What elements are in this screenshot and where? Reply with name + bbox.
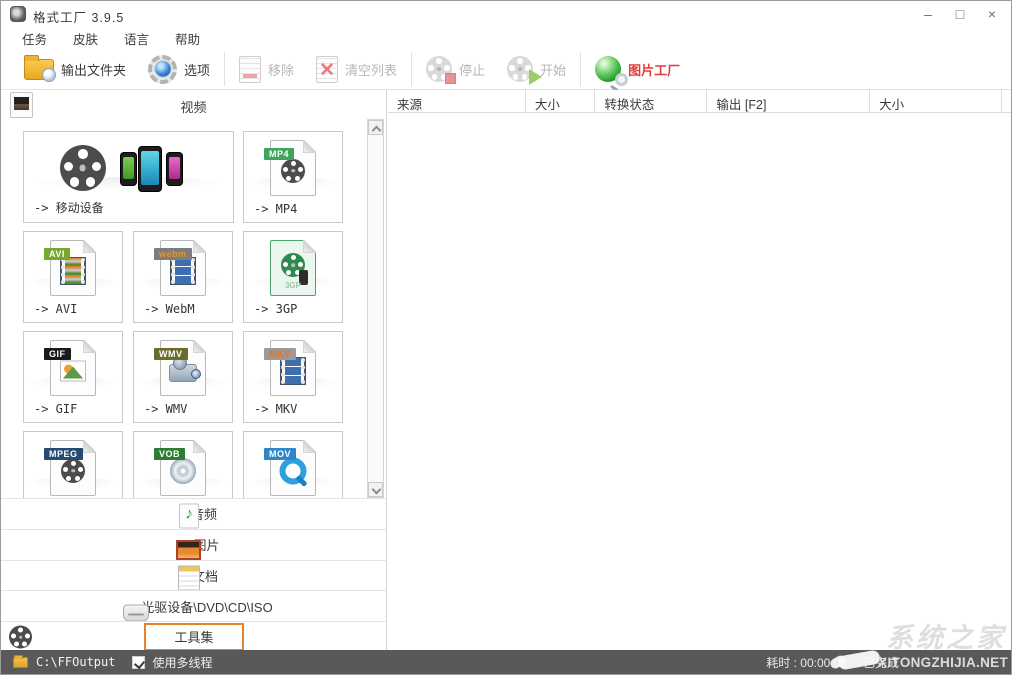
- picture-factory-button[interactable]: 图片工厂: [584, 51, 691, 87]
- category-document[interactable]: 文档: [1, 559, 387, 591]
- remove-label: 移除: [268, 62, 295, 78]
- start-label: 开始: [540, 62, 567, 78]
- category-list: 音频 图片 文档 光驱设备\DVD\CD\ISO 工具集: [1, 498, 387, 652]
- audio-icon: [178, 503, 199, 529]
- format-category-panel: 视频 -> 移动设备 MP4 -> MP4 AVI -> AVI webm ->…: [1, 90, 387, 652]
- clear-list-label: 清空列表: [345, 62, 398, 78]
- start-icon: [507, 56, 543, 85]
- mov-file-icon: MOV: [244, 439, 342, 497]
- category-audio[interactable]: 音频: [1, 498, 387, 529]
- stop-label: 停止: [459, 62, 486, 78]
- output-folder-label: 输出文件夹: [61, 62, 127, 78]
- video-section-header[interactable]: 视频: [1, 90, 386, 119]
- 3gp-file-icon: 3GP: [244, 239, 342, 297]
- remove-icon: [239, 55, 262, 83]
- toolbar-separator: [224, 52, 226, 86]
- close-button[interactable]: ×: [981, 4, 1003, 24]
- document-icon: [177, 565, 200, 591]
- category-toolset[interactable]: 工具集: [1, 621, 387, 652]
- options-label: 选项: [184, 62, 211, 78]
- mkv-file-icon: MKV: [244, 339, 342, 397]
- toolbar-separator: [580, 52, 582, 86]
- picture-factory-label: 图片工厂: [628, 62, 681, 78]
- minimize-button[interactable]: –: [917, 4, 939, 24]
- task-list-area[interactable]: [388, 113, 1011, 650]
- column-filler: [1002, 90, 1011, 112]
- wmv-file-icon: WMV: [134, 339, 232, 397]
- column-output-size[interactable]: 大小: [870, 90, 1002, 112]
- output-path[interactable]: C:\FFOutput: [36, 655, 115, 669]
- toolbar-separator: [411, 52, 413, 86]
- format-tile-gif[interactable]: GIF -> GIF: [23, 331, 123, 423]
- task-table-header: 来源 大小 转换状态 输出 [F2] 大小: [388, 90, 1011, 113]
- category-optical-dvd-cd-iso[interactable]: 光驱设备\DVD\CD\ISO: [1, 590, 387, 622]
- mp4-file-icon: MP4: [244, 139, 342, 197]
- column-output[interactable]: 输出 [F2]: [707, 90, 871, 112]
- format-tile-avi[interactable]: AVI -> AVI: [23, 231, 123, 323]
- format-tile-mov[interactable]: MOV -> MOV: [243, 431, 343, 498]
- picture-factory-icon: [595, 56, 629, 86]
- maximize-button[interactable]: □: [949, 4, 971, 24]
- webm-file-icon: webm: [134, 239, 232, 297]
- window-controls: – □ ×: [917, 1, 1003, 27]
- toolset-highlight-box: 工具集: [144, 623, 244, 652]
- toolbar: 输出文件夹 选项 移除 ✕ 清空列表 停止 开始 图片工厂: [1, 49, 1011, 90]
- category-picture[interactable]: 图片: [1, 528, 387, 560]
- column-convert-state[interactable]: 转换状态: [595, 90, 708, 112]
- elapsed-time: 耗时 : 00:00:00: [766, 655, 847, 670]
- output-folder-button[interactable]: 输出文件夹: [13, 51, 137, 87]
- scroll-up-icon[interactable]: [368, 120, 383, 135]
- remove-button[interactable]: 移除: [228, 51, 305, 87]
- format-tile-mpeg[interactable]: MPEG -> MPEG: [23, 431, 123, 498]
- menu-item-skin[interactable]: 皮肤: [60, 29, 111, 48]
- mpeg-file-icon: MPEG: [24, 439, 122, 497]
- status-bar: C:\FFOutput 使用多线程 耗时 : 00:00:00 已完成: [1, 650, 1011, 674]
- scroll-down-icon[interactable]: [368, 482, 383, 497]
- format-factory-window: 格式工厂 3.9.5 – □ × 任务 皮肤 语言 帮助 输出文件夹 选项 移除…: [0, 0, 1012, 675]
- title-bar: 格式工厂 3.9.5 – □ ×: [1, 1, 1011, 27]
- vob-file-icon: VOB: [134, 439, 232, 497]
- format-tile-mp4[interactable]: MP4 -> MP4: [243, 131, 343, 223]
- gear-icon: [148, 54, 178, 84]
- tiles-scrollbar[interactable]: [367, 119, 384, 498]
- window-title: 格式工厂 3.9.5: [33, 11, 125, 25]
- clear-list-icon: ✕: [316, 55, 339, 83]
- menu-item-task[interactable]: 任务: [9, 29, 60, 48]
- start-button[interactable]: 开始: [496, 51, 577, 87]
- format-tile-webm[interactable]: webm -> WebM: [133, 231, 233, 323]
- column-source[interactable]: 来源: [388, 90, 526, 112]
- video-format-grid: -> 移动设备 MP4 -> MP4 AVI -> AVI webm -> We…: [1, 119, 367, 498]
- stop-icon: [426, 56, 457, 84]
- avi-file-icon: AVI: [24, 239, 122, 297]
- clear-list-button[interactable]: ✕ 清空列表: [305, 51, 408, 87]
- app-icon: [10, 6, 26, 22]
- column-size[interactable]: 大小: [526, 90, 596, 112]
- format-tile-wmv[interactable]: WMV -> WMV: [133, 331, 233, 423]
- gif-file-icon: GIF: [24, 339, 122, 397]
- optical-drive-icon: [123, 604, 150, 622]
- stop-button[interactable]: 停止: [415, 51, 496, 87]
- format-tile-mobile-devices[interactable]: -> 移动设备: [23, 131, 234, 223]
- video-section-label: 视频: [180, 100, 207, 115]
- mobile-devices-icon: [24, 139, 233, 197]
- format-tile-3gp[interactable]: 3GP -> 3GP: [243, 231, 343, 323]
- format-tile-mkv[interactable]: MKV -> MKV: [243, 331, 343, 423]
- format-tile-vob[interactable]: VOB -> VOB: [133, 431, 233, 498]
- completed-status: 已完成: [862, 655, 899, 670]
- picture-icon: [176, 539, 202, 560]
- toolset-reel-icon: [9, 625, 32, 649]
- menu-item-help[interactable]: 帮助: [162, 29, 213, 48]
- menu-bar: 任务 皮肤 语言 帮助: [1, 27, 1011, 49]
- options-button[interactable]: 选项: [137, 51, 221, 87]
- output-path-folder-icon[interactable]: [13, 654, 28, 668]
- output-folder-icon: [24, 54, 56, 82]
- multithread-checkbox[interactable]: [132, 655, 146, 669]
- multithread-label: 使用多线程: [152, 655, 213, 670]
- menu-item-language[interactable]: 语言: [111, 29, 162, 48]
